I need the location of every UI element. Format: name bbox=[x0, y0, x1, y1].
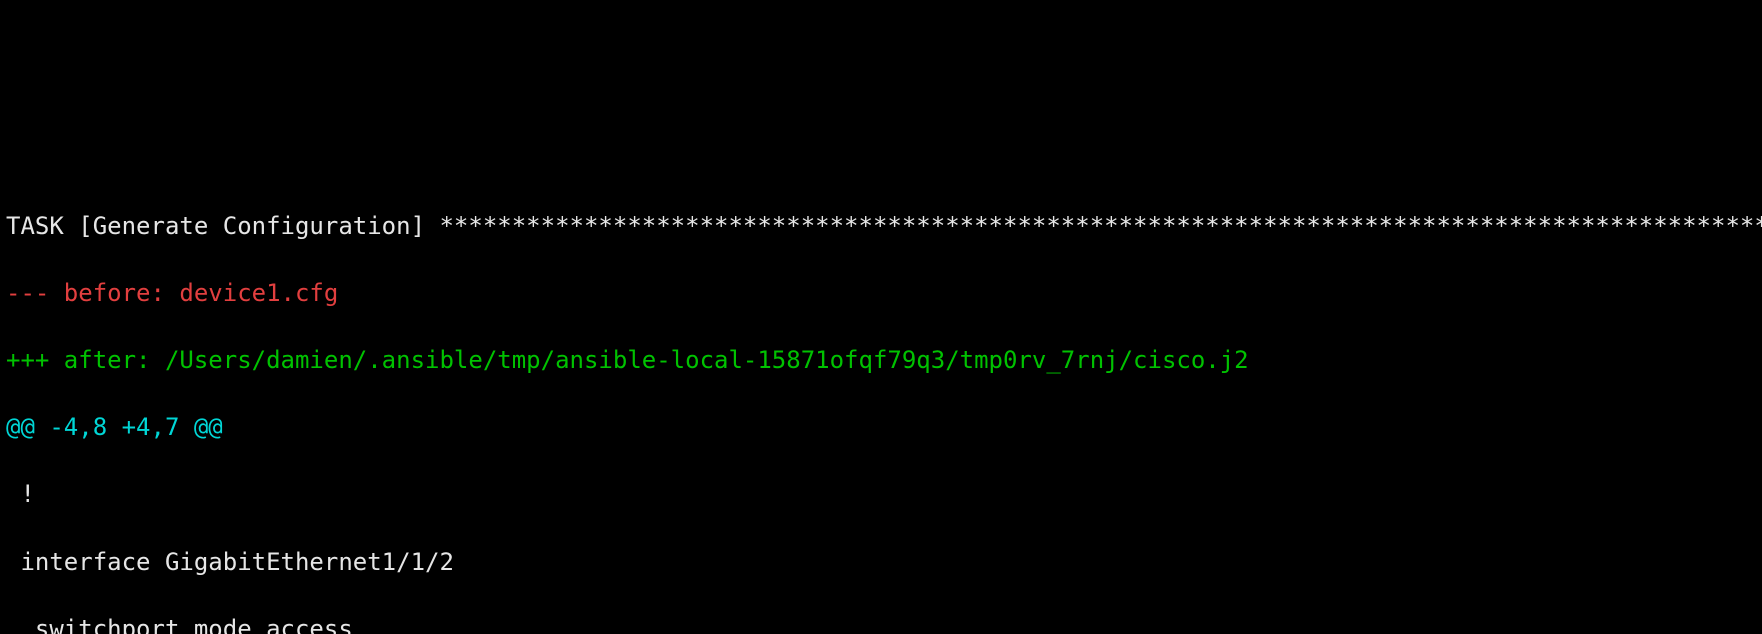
diff-hunk-header: @@ -4,8 +4,7 @@ bbox=[6, 411, 1762, 445]
diff-before: --- before: device1.cfg bbox=[6, 277, 1762, 311]
diff-context: switchport mode access bbox=[6, 613, 1762, 634]
diff-context: ! bbox=[6, 478, 1762, 512]
task-header: TASK [Generate Configuration] **********… bbox=[6, 210, 1762, 244]
diff-after: +++ after: /Users/damien/.ansible/tmp/an… bbox=[6, 344, 1762, 378]
diff-context: interface GigabitEthernet1/1/2 bbox=[6, 546, 1762, 580]
terminal: TASK [Generate Configuration] **********… bbox=[0, 168, 1762, 634]
